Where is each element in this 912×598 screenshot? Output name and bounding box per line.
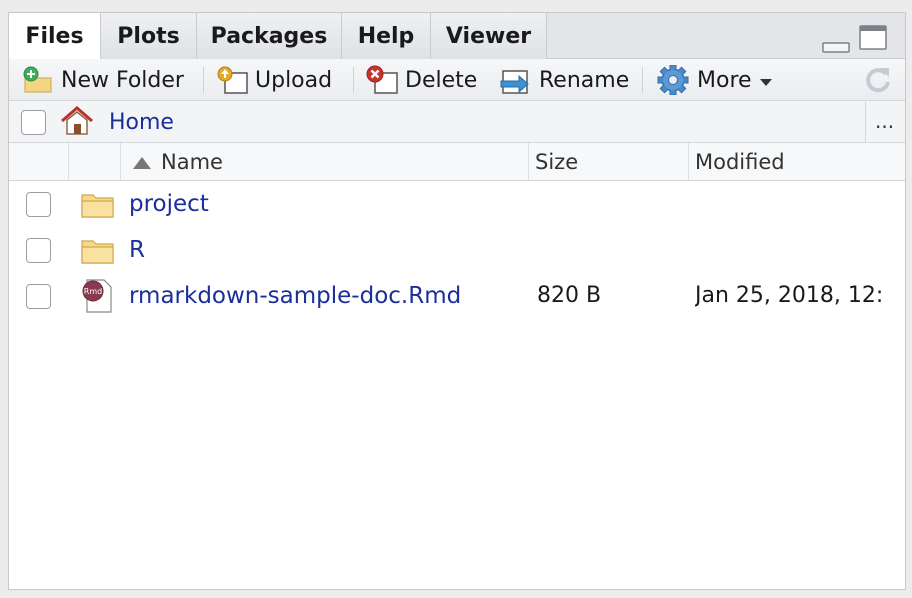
column-header-modified[interactable]: Modified <box>689 143 905 181</box>
delete-label: Delete <box>405 67 478 93</box>
more-label: More <box>697 67 752 93</box>
tab-help[interactable]: Help <box>342 13 431 59</box>
new-folder-button[interactable]: New Folder <box>21 59 184 101</box>
tab-plots[interactable]: Plots <box>101 13 197 59</box>
row-checkbox[interactable] <box>26 192 51 217</box>
delete-button[interactable]: Delete <box>365 59 477 101</box>
upload-icon <box>215 65 249 95</box>
header-checkbox-col <box>9 143 69 181</box>
more-button[interactable]: More <box>657 59 772 101</box>
gear-icon <box>657 64 691 96</box>
home-icon[interactable] <box>59 105 95 141</box>
go-to-directory-button[interactable]: ... <box>875 109 894 133</box>
chevron-down-icon <box>759 68 772 93</box>
maximize-pane-icon[interactable] <box>859 25 887 55</box>
sort-ascending-icon <box>133 150 151 174</box>
tab-viewer[interactable]: Viewer <box>431 13 547 59</box>
breadcrumb: Home ... <box>9 101 905 143</box>
file-name-link[interactable]: R <box>129 237 145 263</box>
column-header-modified-label: Modified <box>695 150 785 174</box>
tab-files[interactable]: Files <box>9 13 101 60</box>
rename-icon <box>499 65 533 95</box>
toolbar-divider <box>353 67 354 93</box>
toolbar-divider <box>203 67 204 93</box>
breadcrumb-home[interactable]: Home <box>109 110 174 135</box>
tab-packages[interactable]: Packages <box>197 13 342 59</box>
file-name-link[interactable]: rmarkdown-sample-doc.Rmd <box>129 283 461 309</box>
upload-button[interactable]: Upload <box>215 59 332 101</box>
column-header-name-label: Name <box>161 150 223 174</box>
toolbar-divider <box>642 67 643 93</box>
row-checkbox[interactable] <box>26 238 51 263</box>
file-table-header: Name Size Modified <box>9 143 905 181</box>
file-size: 820 B <box>537 283 602 308</box>
rename-label: Rename <box>539 67 630 93</box>
delete-icon <box>365 65 399 95</box>
files-pane: Files Plots Packages Help Viewer New Fol… <box>8 12 906 590</box>
files-toolbar: New Folder Upload Delete Rename More <box>9 59 905 101</box>
minimize-pane-icon[interactable] <box>822 39 850 58</box>
file-row[interactable]: project <box>9 183 905 229</box>
refresh-icon[interactable] <box>863 65 893 99</box>
column-header-size-label: Size <box>535 150 579 174</box>
select-all-checkbox[interactable] <box>21 110 46 135</box>
file-modified: Jan 25, 2018, 12: <box>695 283 884 308</box>
row-checkbox[interactable] <box>26 284 51 309</box>
file-row[interactable]: Rmd rmarkdown-sample-doc.Rmd 820 B Jan 2… <box>9 275 905 321</box>
folder-icon <box>81 191 115 223</box>
new-folder-label: New Folder <box>61 67 184 93</box>
column-header-name[interactable]: Name <box>121 143 529 181</box>
header-icon-col <box>69 143 121 181</box>
column-header-size[interactable]: Size <box>529 143 689 181</box>
upload-label: Upload <box>255 67 333 93</box>
folder-icon <box>81 237 115 269</box>
rmd-file-icon: Rmd <box>81 279 115 317</box>
rmd-icon-label: Rmd <box>84 287 102 296</box>
file-name-link[interactable]: project <box>129 191 209 217</box>
breadcrumb-divider <box>865 101 866 143</box>
file-row[interactable]: R <box>9 229 905 275</box>
new-folder-icon <box>21 65 55 95</box>
rename-button[interactable]: Rename <box>499 59 629 101</box>
tab-bar: Files Plots Packages Help Viewer <box>9 13 905 60</box>
